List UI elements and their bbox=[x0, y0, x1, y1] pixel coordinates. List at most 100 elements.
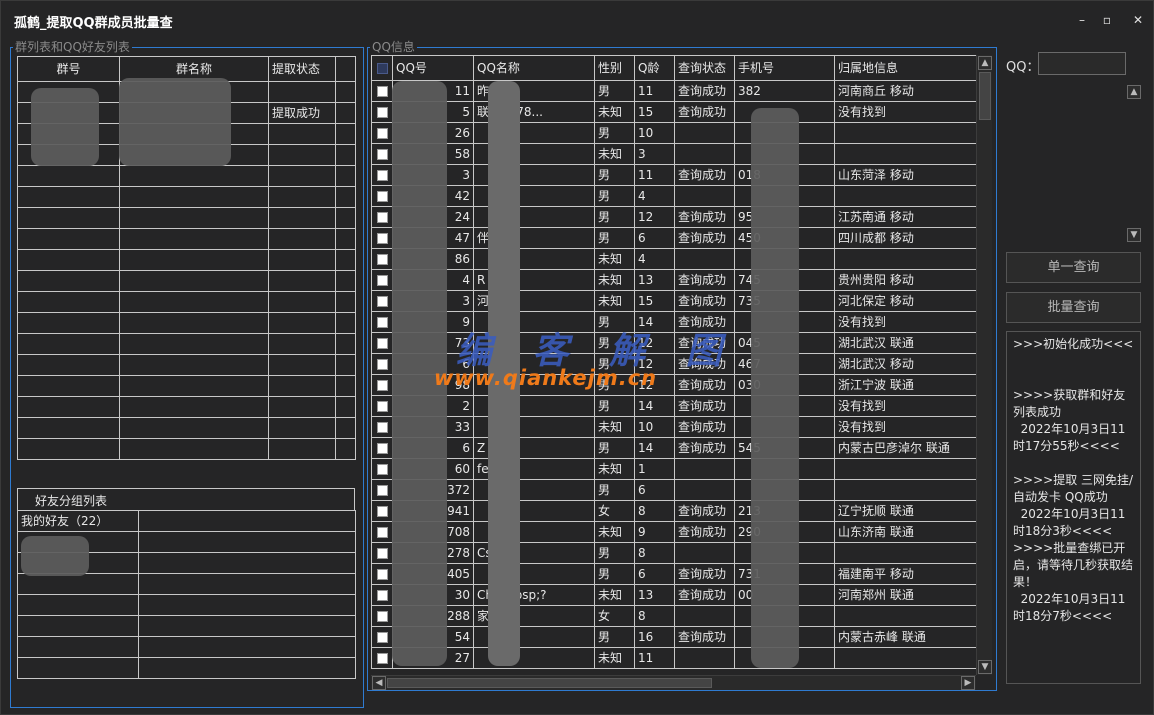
table-row[interactable]: 11 昨男 11 查询成功 382 河南商丘 移动 bbox=[371, 80, 976, 102]
row-checkbox[interactable] bbox=[371, 584, 393, 606]
row-checkbox[interactable] bbox=[371, 521, 393, 543]
col-location[interactable]: 归属地信息 bbox=[834, 55, 976, 81]
table-row[interactable] bbox=[17, 291, 356, 313]
row-checkbox[interactable] bbox=[371, 164, 393, 186]
col-query-status[interactable]: 查询状态 bbox=[674, 55, 735, 81]
table-row[interactable]: 372 男 6 bbox=[371, 479, 976, 501]
table-row[interactable] bbox=[17, 207, 356, 229]
row-checkbox[interactable] bbox=[371, 248, 393, 270]
qq-list-up-icon[interactable]: ▲ bbox=[1127, 85, 1141, 99]
table-row[interactable] bbox=[17, 354, 356, 376]
table-row[interactable]: 47伴??男6查询成功450四川成都 移动 bbox=[371, 227, 976, 249]
vscroll-thumb[interactable] bbox=[979, 72, 991, 120]
row-checkbox[interactable] bbox=[371, 500, 393, 522]
row-checkbox[interactable] bbox=[371, 647, 393, 669]
table-row[interactable]: 278Csure男8 bbox=[371, 542, 976, 564]
table-row[interactable] bbox=[17, 396, 356, 418]
row-checkbox[interactable] bbox=[371, 122, 393, 144]
col-extract-status[interactable]: 提取状态 bbox=[268, 56, 336, 82]
table-row[interactable]: 405 男 6 查询成功 731 福建南平 移动 bbox=[371, 563, 976, 585]
row-checkbox[interactable] bbox=[371, 353, 393, 375]
scroll-right-icon[interactable]: ▶ bbox=[961, 676, 975, 690]
table-row[interactable]: 24 男 12 查询成功 95 江苏南通 移动 bbox=[371, 206, 976, 228]
table-row[interactable] bbox=[17, 270, 356, 292]
row-checkbox[interactable] bbox=[371, 269, 393, 291]
table-row[interactable]: 3 河未知 15 查询成功 735 河北保定 移动 bbox=[371, 290, 976, 312]
row-checkbox[interactable] bbox=[371, 626, 393, 648]
col-qq-name[interactable]: QQ名称 bbox=[473, 55, 595, 81]
row-checkbox[interactable] bbox=[371, 605, 393, 627]
table-row[interactable] bbox=[17, 165, 356, 187]
list-item[interactable] bbox=[17, 573, 356, 595]
maximize-button[interactable]: ▫ bbox=[1094, 9, 1120, 31]
list-item[interactable] bbox=[17, 657, 356, 679]
table-row[interactable]: 42 男 4 bbox=[371, 185, 976, 207]
table-row[interactable] bbox=[17, 312, 356, 334]
table-row[interactable] bbox=[17, 249, 356, 271]
table-row[interactable] bbox=[17, 228, 356, 250]
col-gender[interactable]: 性别 bbox=[594, 55, 635, 81]
qq-table-vscrollbar[interactable]: ▲ ▼ bbox=[976, 55, 992, 675]
row-checkbox[interactable] bbox=[371, 206, 393, 228]
row-checkbox[interactable] bbox=[371, 311, 393, 333]
scroll-down-icon[interactable]: ▼ bbox=[978, 660, 992, 674]
row-checkbox[interactable] bbox=[371, 437, 393, 459]
col-qq-age[interactable]: Q龄 bbox=[634, 55, 675, 81]
table-row[interactable] bbox=[17, 333, 356, 355]
hscroll-thumb[interactable] bbox=[387, 678, 712, 688]
table-row[interactable]: 4 R 未知 13 查询成功 745 贵州贵阳 移动 bbox=[371, 269, 976, 291]
list-item[interactable] bbox=[17, 636, 356, 658]
list-item[interactable]: 我的好友（22） bbox=[17, 510, 356, 532]
qq-input[interactable] bbox=[1038, 52, 1126, 75]
table-row[interactable] bbox=[17, 417, 356, 439]
row-checkbox[interactable] bbox=[371, 416, 393, 438]
list-item[interactable] bbox=[17, 615, 356, 637]
table-row[interactable]: 27 未知 11 bbox=[371, 647, 976, 669]
table-row[interactable]: 5联系1978...未知15查询成功没有找到 bbox=[371, 101, 976, 123]
scroll-up-icon[interactable]: ▲ bbox=[978, 56, 992, 70]
row-checkbox[interactable] bbox=[371, 395, 393, 417]
row-checkbox[interactable] bbox=[371, 332, 393, 354]
row-checkbox[interactable] bbox=[371, 101, 393, 123]
table-row[interactable]: 288 家女 8 bbox=[371, 605, 976, 627]
table-row[interactable]: 54 男 16 查询成功 内蒙古赤峰 联通 bbox=[371, 626, 976, 648]
table-row[interactable] bbox=[17, 438, 356, 460]
col-phone[interactable]: 手机号 bbox=[734, 55, 835, 81]
row-checkbox[interactable] bbox=[371, 290, 393, 312]
table-row[interactable]: 6 Z 男 14 查询成功 545 内蒙古巴彦淖尔 联通 bbox=[371, 437, 976, 459]
table-row[interactable]: 58 未知 3 bbox=[371, 143, 976, 165]
table-row[interactable]: 3 男 11 查询成功 018 山东菏泽 移动 bbox=[371, 164, 976, 186]
batch-query-button[interactable]: 批量查询 bbox=[1006, 292, 1141, 323]
select-all-checkbox[interactable] bbox=[371, 55, 393, 81]
qq-list-down-icon[interactable]: ▼ bbox=[1127, 228, 1141, 242]
row-checkbox[interactable] bbox=[371, 374, 393, 396]
col-group-id[interactable]: 群号 bbox=[17, 56, 120, 82]
list-item[interactable] bbox=[17, 594, 356, 616]
table-row[interactable]: 30Cht&nbsp;?未知13查询成功00河南郑州 联通 bbox=[371, 584, 976, 606]
table-row[interactable]: 33 未知 10 查询成功 没有找到 bbox=[371, 416, 976, 438]
row-checkbox[interactable] bbox=[371, 143, 393, 165]
single-query-button[interactable]: 单一查询 bbox=[1006, 252, 1141, 283]
title-bar[interactable]: 孤鹤_提取QQ群成员批量查 – ▫ ✕ bbox=[1, 1, 1153, 39]
table-row[interactable]: 941 女 8 查询成功 213 辽宁抚顺 联通 bbox=[371, 500, 976, 522]
table-row[interactable] bbox=[17, 375, 356, 397]
row-checkbox[interactable] bbox=[371, 227, 393, 249]
qq-table-hscrollbar[interactable]: ◀ ▶ bbox=[371, 675, 976, 690]
table-row[interactable]: 86 未知 4 bbox=[371, 248, 976, 270]
row-checkbox[interactable] bbox=[371, 563, 393, 585]
row-checkbox[interactable] bbox=[371, 542, 393, 564]
row-checkbox[interactable] bbox=[371, 479, 393, 501]
table-row[interactable]: 708 未知 9 查询成功 290 山东济南 联通 bbox=[371, 521, 976, 543]
row-checkbox[interactable] bbox=[371, 80, 393, 102]
table-row[interactable]: 2 男 14 查询成功 没有找到 bbox=[371, 395, 976, 417]
close-button[interactable]: ✕ bbox=[1125, 9, 1151, 31]
scroll-left-icon[interactable]: ◀ bbox=[372, 676, 386, 690]
row-checkbox[interactable] bbox=[371, 185, 393, 207]
row-checkbox[interactable] bbox=[371, 458, 393, 480]
table-row[interactable]: 60 fe 未知 1 bbox=[371, 458, 976, 480]
table-row[interactable] bbox=[17, 186, 356, 208]
minimize-button[interactable]: – bbox=[1069, 9, 1095, 31]
col-qq-number[interactable]: QQ号 bbox=[392, 55, 474, 81]
qq-age-cell: 4 bbox=[634, 248, 675, 270]
table-row[interactable]: 26 男 10 bbox=[371, 122, 976, 144]
